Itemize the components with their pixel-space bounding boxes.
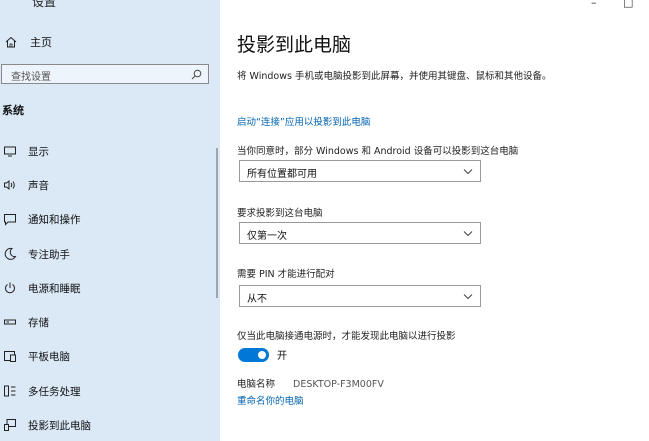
- settings-window: 设置 主页 查找设置 系统 显示 声音 通知和操作 专注助手 电源和睡眠 存储 …: [0, 0, 649, 441]
- sidebar-item-label: 专注助手: [28, 248, 70, 261]
- sidebar-home-label: 主页: [30, 36, 52, 49]
- project-icon: [4, 419, 16, 431]
- sidebar-item-storage[interactable]: 存储: [0, 312, 210, 332]
- sidebar-item-label: 多任务处理: [28, 385, 81, 398]
- pc-name-value: DESKTOP-F3M00FV: [293, 379, 384, 390]
- search-icon: [191, 69, 202, 80]
- sidebar-home[interactable]: 主页: [4, 33, 52, 51]
- multitask-icon: [4, 385, 16, 397]
- minimize-button[interactable]: –: [591, 0, 597, 9]
- page-title: 投影到此电脑: [237, 34, 352, 56]
- home-icon: [5, 36, 17, 48]
- power-discovery-label: 仅当此电脑接通电源时，才能发现此电脑以进行投影: [237, 331, 456, 342]
- sidebar-item-notifications[interactable]: 通知和操作: [0, 209, 210, 229]
- sidebar-item-power-sleep[interactable]: 电源和睡眠: [0, 278, 210, 298]
- pc-name-row: 电脑名称 DESKTOP-F3M00FV: [237, 376, 384, 390]
- power-discovery-toggle[interactable]: [238, 347, 269, 362]
- main-content: – □ 投影到此电脑 将 Windows 手机或电脑投影到此屏幕，并使用其键盘、…: [220, 0, 649, 441]
- availability-dropdown[interactable]: 所有位置都可用: [239, 160, 481, 182]
- ask-to-project-label: 要求投影到这台电脑: [237, 208, 323, 219]
- sidebar-item-tablet[interactable]: 平板电脑: [0, 346, 210, 366]
- ask-to-project-dropdown[interactable]: 仅第一次: [239, 222, 481, 244]
- sidebar-item-label: 电源和睡眠: [28, 282, 81, 295]
- close-button[interactable]: □: [623, 0, 633, 9]
- storage-icon: [4, 319, 16, 325]
- power-discovery-toggle-row: 开: [238, 347, 287, 362]
- chevron-down-icon: [463, 294, 473, 300]
- require-pin-label: 需要 PIN 才能进行配对: [237, 269, 335, 280]
- ask-to-project-value: 仅第一次: [247, 231, 287, 242]
- moon-icon: [4, 247, 17, 260]
- toggle-knob: [258, 350, 266, 359]
- chevron-down-icon: [463, 169, 473, 175]
- chevron-down-icon: [463, 231, 473, 237]
- sidebar-item-label: 存储: [28, 316, 49, 329]
- sidebar-item-display[interactable]: 显示: [0, 141, 210, 161]
- sidebar-item-multitasking[interactable]: 多任务处理: [0, 381, 210, 401]
- availability-label: 当你同意时，部分 Windows 和 Android 设备可以投影到这台电脑: [237, 146, 519, 157]
- sidebar-item-sound[interactable]: 声音: [0, 175, 210, 195]
- power-icon: [5, 282, 15, 294]
- tablet-icon: [4, 351, 16, 362]
- sidebar-item-project-to-pc[interactable]: 投影到此电脑: [0, 415, 210, 435]
- require-pin-value: 从不: [247, 294, 267, 305]
- sidebar-item-focus-assist[interactable]: 专注助手: [0, 244, 210, 264]
- search-placeholder: 查找设置: [11, 72, 51, 83]
- require-pin-dropdown[interactable]: 从不: [239, 285, 481, 307]
- pc-name-label: 电脑名称: [237, 379, 276, 390]
- availability-value: 所有位置都可用: [247, 169, 317, 180]
- sidebar-scrollbar[interactable]: [216, 148, 218, 298]
- sidebar-item-label: 声音: [28, 179, 49, 192]
- app-title: 设置: [32, 0, 57, 9]
- search-input[interactable]: 查找设置: [1, 64, 209, 84]
- section-title: 系统: [2, 104, 24, 117]
- sidebar-item-label: 平板电脑: [28, 350, 70, 363]
- monitor-icon: [4, 146, 16, 157]
- rename-pc-link[interactable]: 重命名你的电脑: [237, 393, 304, 407]
- page-description: 将 Windows 手机或电脑投影到此屏幕，并使用其键盘、鼠标和其他设备。: [237, 71, 552, 82]
- sidebar-item-label: 通知和操作: [28, 213, 81, 226]
- sidebar-item-label: 显示: [28, 145, 49, 158]
- speaker-icon: [4, 179, 15, 191]
- sidebar: 设置 主页 查找设置 系统 显示 声音 通知和操作 专注助手 电源和睡眠 存储 …: [0, 0, 220, 441]
- toggle-state-label: 开: [277, 351, 287, 362]
- launch-connect-link[interactable]: 启动“连接”应用以投影到此电脑: [237, 114, 370, 128]
- notification-icon: [4, 214, 16, 226]
- sidebar-item-label: 投影到此电脑: [28, 419, 91, 432]
